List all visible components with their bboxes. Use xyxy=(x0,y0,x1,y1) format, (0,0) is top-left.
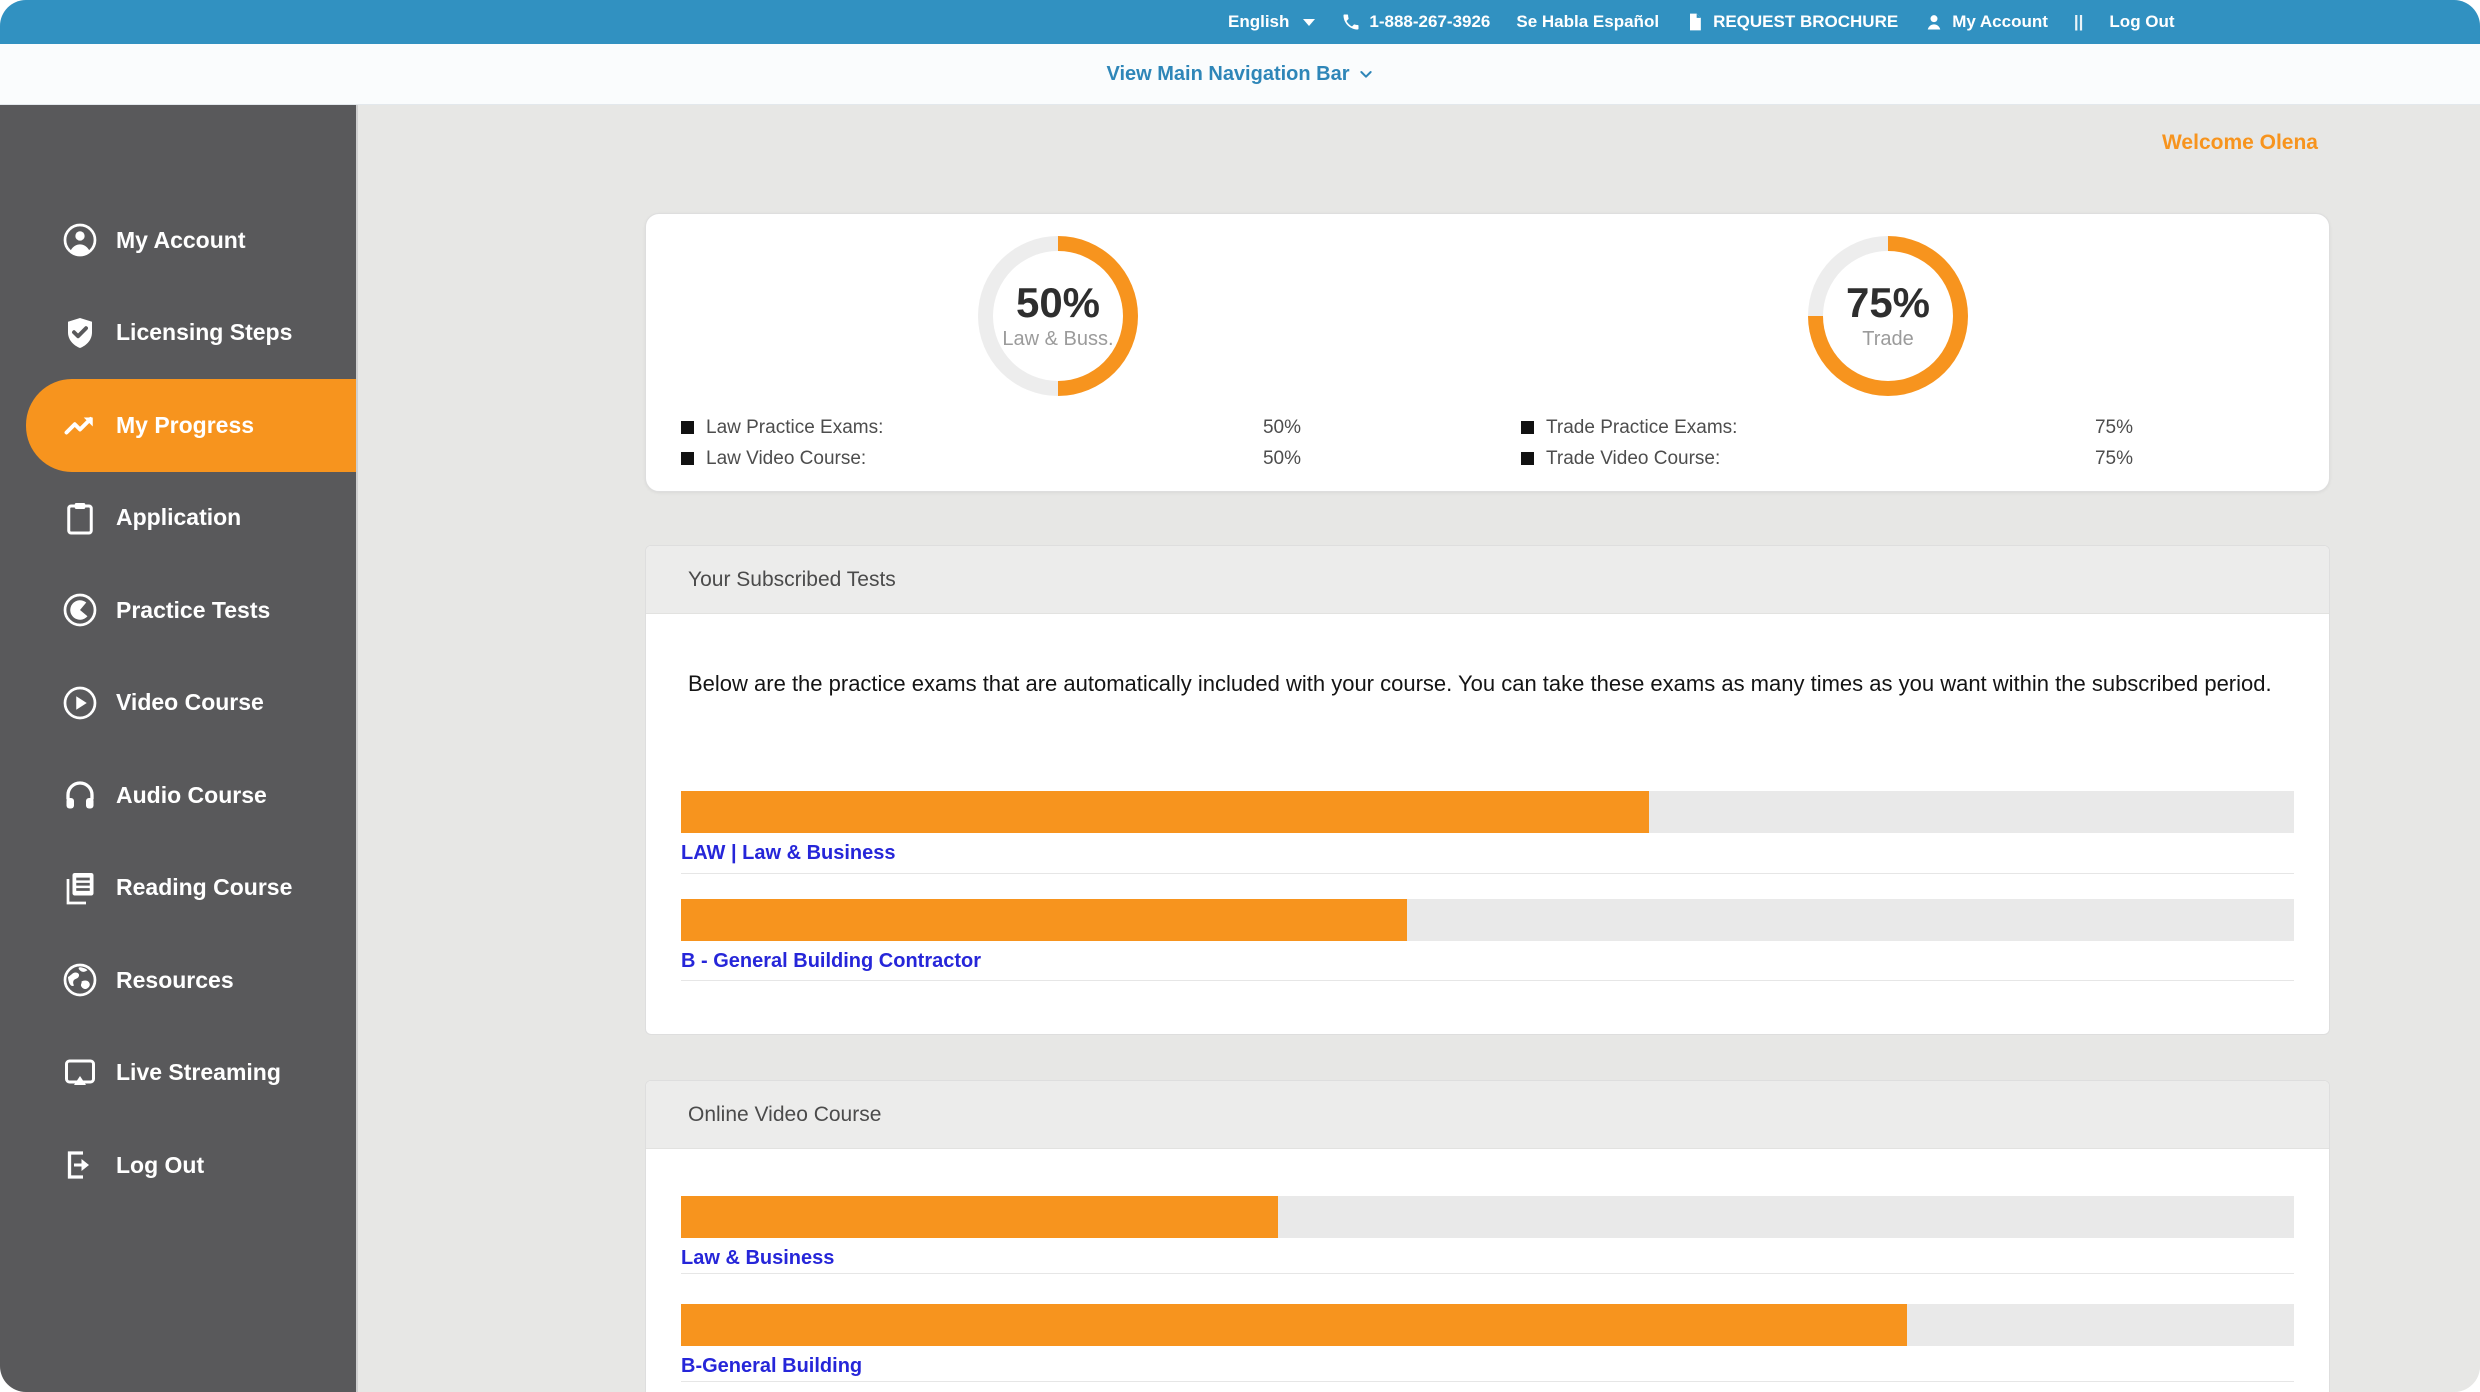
welcome-message: Welcome Olena xyxy=(2161,131,2318,154)
view-main-navigation-toggle[interactable]: View Main Navigation Bar xyxy=(1106,63,1373,86)
sidebar-item-reading-course[interactable]: Reading Course xyxy=(0,842,356,935)
progress-summary-card: 50% Law & Buss. 75% Trade Law Practice E… xyxy=(645,213,2330,492)
sidebar-item-my-progress[interactable]: My Progress xyxy=(26,379,356,472)
section-title: Online Video Course xyxy=(688,1102,882,1126)
main-navigation-row: View Main Navigation Bar xyxy=(0,44,2480,105)
law-progress-sublabel: Law & Buss. xyxy=(1002,327,1114,350)
legend-value: 50% xyxy=(1262,447,1301,469)
trending-up-icon xyxy=(64,417,93,435)
chevron-down-icon xyxy=(1359,71,1372,78)
my-account-link[interactable]: My Account xyxy=(1924,12,2048,32)
phone-link[interactable]: 1-888-267-3926 xyxy=(1341,12,1490,32)
sidebar-item-live-streaming[interactable]: Live Streaming xyxy=(0,1027,356,1120)
progress-track xyxy=(681,791,2294,833)
legend-bullet-icon xyxy=(1521,452,1534,465)
legend-row-trade-video-course: Trade Video Course: 75% xyxy=(1521,445,2133,472)
se-habla-espanol[interactable]: Se Habla Español xyxy=(1516,12,1659,32)
legend-value: 50% xyxy=(1262,416,1301,438)
app-window: English 1-888-267-3926 Se Habla Español … xyxy=(0,0,2480,1392)
brochure-icon xyxy=(1690,13,1701,31)
legend-bullet-icon xyxy=(681,421,694,434)
logout-icon xyxy=(67,1151,89,1179)
progress-track xyxy=(681,1304,2294,1346)
row-divider xyxy=(681,1381,2294,1382)
subscribed-tests-description: Below are the practice exams that are au… xyxy=(688,671,2272,696)
progress-fill xyxy=(681,1304,1907,1346)
trade-progress-percent: 75% xyxy=(1845,278,1931,326)
progress-fill xyxy=(681,1196,1278,1238)
trade-legend: Trade Practice Exams: 75% Trade Video Co… xyxy=(1521,414,2133,472)
clipboard-icon xyxy=(67,502,93,535)
course-link-b-general-building[interactable]: B-General Building xyxy=(681,1355,862,1378)
law-legend: Law Practice Exams: 50% Law Video Course… xyxy=(681,414,1301,472)
topbar-divider: || xyxy=(2073,12,2084,31)
top-utility-bar: English 1-888-267-3926 Se Habla Español … xyxy=(0,0,2480,44)
sidebar: My Account Licensing Steps My Progress A… xyxy=(0,105,358,1392)
phone-icon xyxy=(1343,14,1359,30)
language-dropdown-label: English xyxy=(1228,12,1290,31)
legend-value: 75% xyxy=(2094,447,2133,469)
test-link-law-law-business[interactable]: LAW | Law & Business xyxy=(681,842,896,865)
sidebar-item-my-account[interactable]: My Account xyxy=(0,194,356,287)
section-title: Your Subscribed Tests xyxy=(688,567,896,591)
screencast-icon xyxy=(65,1059,95,1085)
sidebar-item-application[interactable]: Application xyxy=(0,472,356,565)
sidebar-item-video-course[interactable]: Video Course xyxy=(0,657,356,750)
request-brochure-link[interactable]: REQUEST BROCHURE xyxy=(1685,12,1898,32)
row-divider xyxy=(681,1273,2294,1274)
sidebar-item-practice-tests[interactable]: Practice Tests xyxy=(0,564,356,657)
row-divider xyxy=(681,980,2294,981)
globe-icon xyxy=(63,963,97,997)
phone-number: 1-888-267-3926 xyxy=(1369,12,1491,31)
progress-fill xyxy=(681,899,1407,941)
play-circle-icon xyxy=(63,686,97,720)
legend-bullet-icon xyxy=(1521,421,1534,434)
progress-track xyxy=(681,899,2294,941)
headphones-icon xyxy=(66,781,94,809)
legend-row-law-video-course: Law Video Course: 50% xyxy=(681,445,1301,472)
user-icon xyxy=(63,223,97,257)
law-progress-donut: 50% Law & Buss. xyxy=(978,236,1138,396)
logout-link[interactable]: Log Out xyxy=(2109,12,2174,32)
trade-progress-donut: 75% Trade xyxy=(1808,236,1968,396)
course-progress-row: Law & Business xyxy=(681,1196,2294,1270)
shield-check-icon xyxy=(68,317,92,348)
legend-row-trade-practice-exams: Trade Practice Exams: 75% xyxy=(1521,414,2133,441)
test-progress-row: LAW | Law & Business xyxy=(681,791,2294,865)
trade-progress-sublabel: Trade xyxy=(1862,327,1914,350)
legend-bullet-icon xyxy=(681,452,694,465)
online-video-course-header: Online Video Course xyxy=(646,1081,2329,1149)
law-progress-percent: 50% xyxy=(1015,278,1101,326)
legend-value: 75% xyxy=(2094,416,2133,438)
main-content: Welcome Olena 50% Law & Buss. 75% Trade … xyxy=(360,105,2480,1392)
test-progress-row: B - General Building Contractor xyxy=(681,899,2294,973)
subscribed-tests-header: Your Subscribed Tests xyxy=(646,546,2329,614)
test-link-b-general-building-contractor[interactable]: B - General Building Contractor xyxy=(681,950,981,973)
language-dropdown[interactable]: English xyxy=(1228,12,1316,32)
row-divider xyxy=(681,873,2294,874)
sidebar-item-log-out[interactable]: Log Out xyxy=(0,1119,356,1212)
subscribed-tests-card: Your Subscribed Tests Below are the prac… xyxy=(645,545,2330,1035)
online-video-course-card: Online Video Course Law & Business B-Gen… xyxy=(645,1080,2330,1392)
course-link-law-business[interactable]: Law & Business xyxy=(681,1247,834,1270)
progress-track xyxy=(681,1196,2294,1238)
user-icon xyxy=(1927,15,1941,30)
course-progress-row: B-General Building xyxy=(681,1304,2294,1378)
progress-fill xyxy=(681,791,1649,833)
caret-down-icon xyxy=(1303,18,1316,26)
pie-circle-icon xyxy=(63,593,97,627)
reading-icon xyxy=(66,872,94,905)
sidebar-item-audio-course[interactable]: Audio Course xyxy=(0,749,356,842)
sidebar-item-licensing-steps[interactable]: Licensing Steps xyxy=(0,287,356,380)
sidebar-item-resources[interactable]: Resources xyxy=(0,934,356,1027)
legend-row-law-practice-exams: Law Practice Exams: 50% xyxy=(681,414,1301,441)
